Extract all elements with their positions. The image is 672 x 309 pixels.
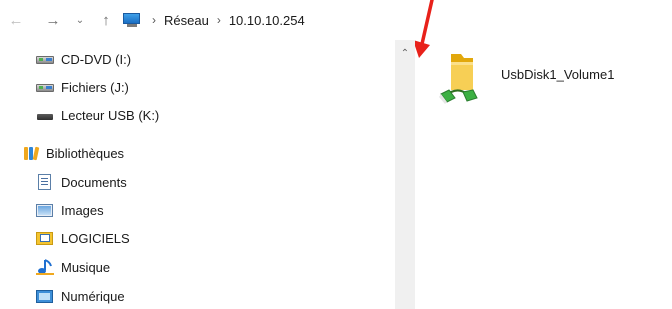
forward-arrow-icon[interactable]: → — [42, 9, 64, 31]
sidebar-item-label: LOGICIELS — [61, 230, 130, 246]
sidebar-item-label: Lecteur USB (K:) — [61, 107, 160, 123]
sidebar-item-images[interactable]: Images — [36, 199, 104, 221]
address-bar[interactable]: › Réseau › 10.10.10.254 — [122, 9, 305, 31]
sidebar-item-cd-dvd[interactable]: CD-DVD (I:) — [36, 48, 131, 70]
content-pane: UsbDisk1_Volume1 — [415, 40, 672, 309]
sidebar-item-fichiers[interactable]: Fichiers (J:) — [36, 76, 129, 98]
sidebar-item-bibliotheques[interactable]: Bibliothèques — [24, 142, 124, 164]
shared-folder-icon — [437, 50, 485, 104]
shared-folder-item[interactable]: UsbDisk1_Volume1 — [437, 50, 614, 104]
usb-drive-icon — [36, 107, 54, 123]
sidebar-item-label: Musique — [61, 259, 111, 275]
back-arrow-icon[interactable]: ← — [6, 9, 26, 31]
scroll-up-icon[interactable]: ⌃ — [395, 45, 415, 61]
network-drive-icon — [36, 51, 54, 67]
sidebar-item-logiciels[interactable]: LOGICIELS — [36, 227, 130, 249]
sidebar-item-label: Documents — [61, 174, 127, 190]
documents-icon — [36, 174, 54, 190]
chevron-down-icon[interactable]: ⌄ — [72, 9, 88, 31]
breadcrumb-reseau[interactable]: Réseau — [164, 13, 209, 28]
sidebar-item-numerique[interactable]: Numérique — [36, 285, 125, 307]
libraries-icon — [24, 145, 42, 161]
up-arrow-icon[interactable]: ↑ — [95, 9, 117, 31]
sidebar-item-label: Fichiers (J:) — [61, 79, 129, 95]
navigation-bar: ← → ⌄ ↑ › Réseau › 10.10.10.254 — [0, 0, 672, 40]
breadcrumb-separator[interactable]: › — [217, 13, 221, 27]
navigation-pane: CD-DVD (I:) Fichiers (J:) Lecteur USB (K… — [0, 40, 395, 309]
library-folder-icon — [36, 230, 54, 246]
sidebar-item-label: Images — [61, 202, 104, 218]
music-icon — [36, 259, 54, 275]
shared-folder-label: UsbDisk1_Volume1 — [501, 66, 615, 82]
digital-icon — [36, 288, 54, 304]
sidebar-item-musique[interactable]: Musique — [36, 256, 110, 278]
breadcrumb-separator[interactable]: › — [152, 13, 156, 27]
sidebar-item-label: CD-DVD (I:) — [61, 51, 132, 67]
sidebar-item-documents[interactable]: Documents — [36, 171, 127, 193]
breadcrumb-ip[interactable]: 10.10.10.254 — [229, 13, 305, 28]
sidebar-item-label: Numérique — [61, 288, 125, 304]
network-drive-icon — [36, 79, 54, 95]
sidebar-item-lecteur-usb[interactable]: Lecteur USB (K:) — [36, 104, 159, 126]
computer-icon — [122, 13, 142, 27]
navigation-pane-scrollbar[interactable]: ⌃ — [395, 40, 415, 309]
pictures-icon — [36, 202, 54, 218]
sidebar-item-label: Bibliothèques — [46, 145, 125, 161]
